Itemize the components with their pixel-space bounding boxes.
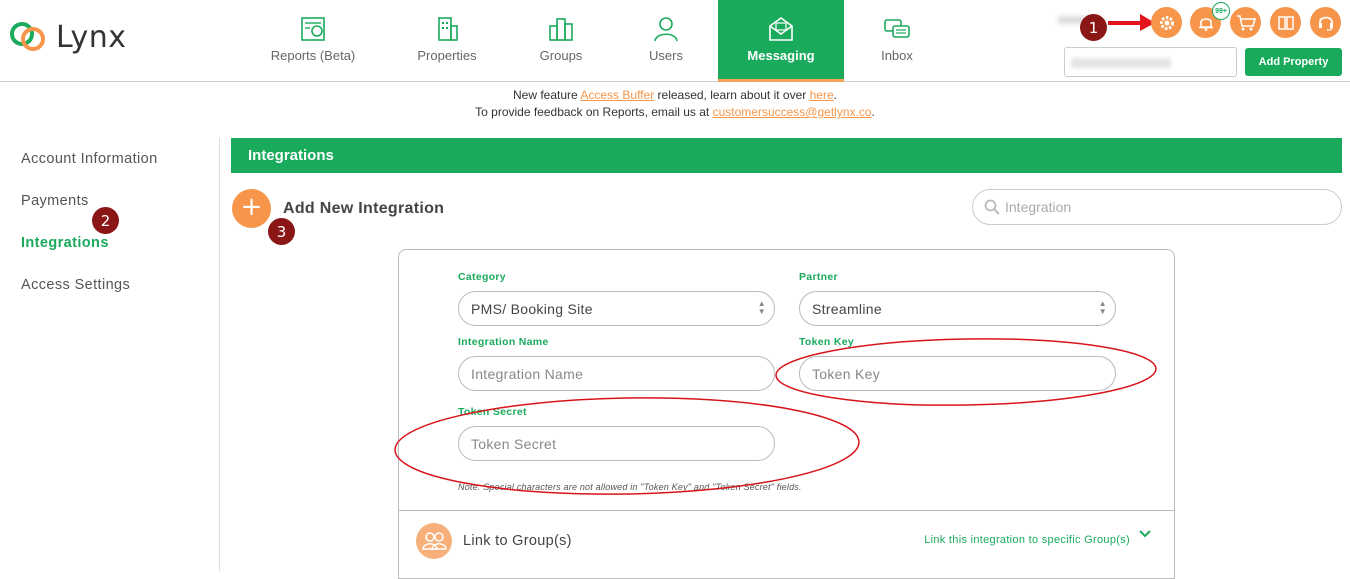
nav-messaging[interactable]: Messaging	[718, 0, 844, 82]
integration-name-input[interactable]: Integration Name	[458, 356, 775, 391]
group-users-icon	[416, 523, 452, 559]
announcement-text: .	[833, 88, 837, 102]
chat-bubbles-icon	[884, 19, 910, 38]
token-key-label: Token Key	[799, 336, 855, 348]
lynx-logo[interactable]: Lynx	[8, 18, 126, 56]
red-arrow-icon	[1108, 14, 1155, 31]
book-icon	[1277, 15, 1294, 30]
partner-value: Streamline	[812, 301, 882, 317]
cart-button[interactable]	[1230, 7, 1261, 38]
add-integration-label[interactable]: Add New Integration	[283, 200, 444, 218]
buildings-group-icon	[549, 18, 573, 41]
user-icon	[654, 17, 678, 42]
category-select[interactable]: PMS/ Booking Site ▲ ▼	[458, 291, 775, 326]
reports-icon	[301, 17, 325, 41]
headset-icon	[1318, 16, 1333, 31]
category-label: Category	[458, 271, 506, 283]
redacted-text	[1071, 58, 1171, 68]
token-secret-label: Token Secret	[458, 406, 527, 418]
access-buffer-link[interactable]: Access Buffer	[580, 88, 654, 102]
announcement-banner: New feature Access Buffer released, lear…	[0, 87, 1350, 121]
nav-inbox[interactable]: Inbox	[834, 0, 960, 80]
link-to-groups-row[interactable]: Link to Group(s) Link this integration t…	[399, 510, 1174, 570]
nav-groups-label: Groups	[539, 48, 583, 63]
sidebar-item-access-settings[interactable]: Access Settings	[21, 277, 130, 293]
lynx-logo-icon	[10, 22, 45, 51]
message-envelope-icon	[769, 17, 793, 41]
partner-select[interactable]: Streamline ▲ ▼	[799, 291, 1116, 326]
section-title: Integrations	[231, 138, 1342, 173]
nav-properties[interactable]: Properties	[384, 0, 510, 80]
nav-inbox-label: Inbox	[881, 48, 913, 63]
add-property-button[interactable]: Add Property	[1245, 48, 1342, 76]
settings-sidebar: Account Information Payments Integration…	[0, 138, 220, 571]
sidebar-item-account-information[interactable]: Account Information	[21, 151, 158, 167]
support-button[interactable]	[1310, 7, 1341, 38]
announcement-line-2: To provide feedback on Reports, email us…	[0, 104, 1350, 121]
integration-name-label: Integration Name	[458, 336, 549, 348]
token-secret-input[interactable]: Token Secret	[458, 426, 775, 461]
documentation-button[interactable]	[1270, 7, 1301, 38]
nav-users[interactable]: Users	[603, 0, 729, 80]
token-key-input[interactable]: Token Key	[799, 356, 1116, 391]
link-to-groups-description: Link this integration to specific Group(…	[924, 534, 1130, 546]
property-select-input[interactable]	[1064, 47, 1237, 77]
chevron-down-icon[interactable]	[1138, 529, 1152, 539]
add-integration-button[interactable]: +	[232, 189, 271, 228]
nav-messaging-label: Messaging	[747, 48, 815, 63]
search-input[interactable]	[1005, 199, 1325, 215]
select-arrows-icon: ▲ ▼	[1098, 299, 1107, 316]
sidebar-item-integrations[interactable]: Integrations	[21, 235, 109, 251]
annotation-marker-3: 3	[268, 218, 295, 245]
annotation-marker-2: 2	[92, 207, 119, 234]
announcement-text: New feature	[513, 88, 581, 102]
link-to-groups-label: Link to Group(s)	[463, 533, 572, 549]
announcement-text: .	[871, 105, 875, 119]
announcement-text: released, learn about it over	[654, 88, 810, 102]
nav-properties-label: Properties	[417, 48, 477, 63]
annotation-marker-1: 1	[1080, 14, 1107, 41]
form-note: Note: Special characters are not allowed…	[458, 482, 802, 492]
cart-icon	[1236, 14, 1256, 30]
category-value: PMS/ Booking Site	[471, 301, 593, 317]
partner-label: Partner	[799, 271, 838, 283]
select-arrows-icon: ▲ ▼	[757, 299, 766, 316]
nav-reports[interactable]: Reports (Beta)	[250, 0, 376, 80]
announcement-line-1: New feature Access Buffer released, lear…	[0, 87, 1350, 104]
here-link[interactable]: here	[810, 88, 834, 102]
nav-reports-label: Reports (Beta)	[270, 48, 356, 63]
sidebar-item-payments[interactable]: Payments	[21, 193, 89, 209]
integration-search[interactable]	[972, 189, 1342, 225]
brand-name: Lynx	[56, 19, 127, 55]
support-email-link[interactable]: customersuccess@getlynx.co	[713, 105, 872, 119]
notification-count-badge: 99+	[1212, 2, 1230, 20]
bell-icon	[1198, 17, 1213, 31]
building-icon	[438, 17, 458, 41]
settings-button[interactable]	[1151, 7, 1182, 38]
top-navigation-bar: Lynx Reports (Beta) Properties Groups Us…	[0, 0, 1350, 82]
search-icon	[984, 199, 1000, 215]
integration-form: Category PMS/ Booking Site ▲ ▼ Partner St…	[398, 249, 1175, 579]
gear-icon	[1159, 15, 1174, 30]
announcement-text: To provide feedback on Reports, email us…	[475, 105, 713, 119]
nav-users-label: Users	[649, 48, 683, 63]
